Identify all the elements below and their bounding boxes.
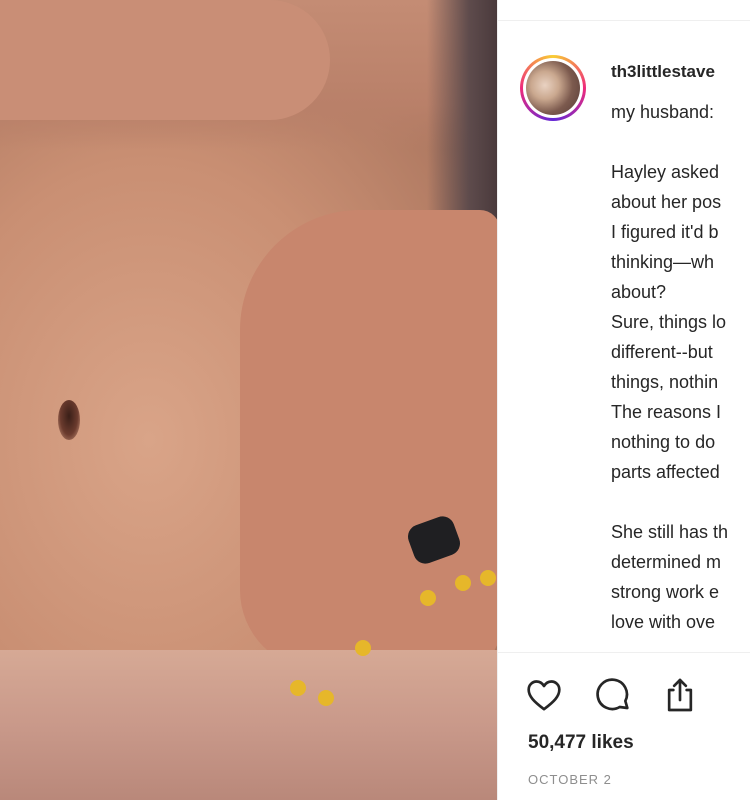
photo-hand-right — [240, 210, 497, 670]
post-date[interactable]: OCTOBER 2 — [528, 772, 612, 787]
avatar-frame — [523, 58, 583, 118]
caption-line: determined m — [611, 552, 722, 572]
caption-line: about her pos — [611, 192, 722, 212]
caption-line: strong work e — [611, 582, 720, 602]
post-side-panel: th3littlestave my husband: Hayley asked ab… — [498, 0, 750, 800]
caption-line: The reasons I — [611, 402, 722, 422]
photo-flower — [480, 570, 496, 586]
caption-line: I figured it'd b — [611, 222, 719, 242]
photo-flower — [290, 680, 306, 696]
photo-flower — [420, 590, 436, 606]
comment-button[interactable] — [591, 673, 635, 717]
caption-line: different--but — [611, 342, 713, 362]
caption-line: about? — [611, 282, 667, 302]
caption-line: Hayley asked — [611, 162, 720, 182]
post-caption: my husband: Hayley asked about her pos I fi… — [611, 97, 750, 637]
caption-line: nothing to do — [611, 432, 716, 452]
photo-flower — [455, 575, 471, 591]
username[interactable]: th3littlestave — [611, 62, 715, 82]
avatar[interactable] — [526, 61, 580, 115]
share-button[interactable] — [658, 673, 702, 717]
caption-line: Sure, things lo — [611, 312, 727, 332]
like-button[interactable] — [522, 673, 566, 717]
caption-line: She still has th — [611, 522, 729, 542]
caption-line: love with ove — [611, 612, 716, 632]
like-count[interactable]: 50,477 likes — [528, 732, 634, 754]
caption-line: things, nothin — [611, 372, 719, 392]
photo-navel — [58, 400, 80, 440]
caption-line: thinking—wh — [611, 252, 715, 272]
panel-top-border — [498, 20, 750, 21]
share-icon — [667, 678, 693, 712]
photo-flower — [318, 690, 334, 706]
heart-icon — [527, 680, 561, 711]
post-photo[interactable] — [0, 0, 497, 800]
caption-line: my husband: — [611, 102, 715, 122]
comment-icon — [596, 678, 629, 711]
caption-line: parts affected — [611, 462, 720, 482]
story-ring[interactable] — [520, 55, 586, 121]
actions-divider — [498, 652, 750, 653]
photo-flower — [355, 640, 371, 656]
photo-hand-top — [0, 0, 330, 120]
photo-waistband — [0, 650, 497, 800]
